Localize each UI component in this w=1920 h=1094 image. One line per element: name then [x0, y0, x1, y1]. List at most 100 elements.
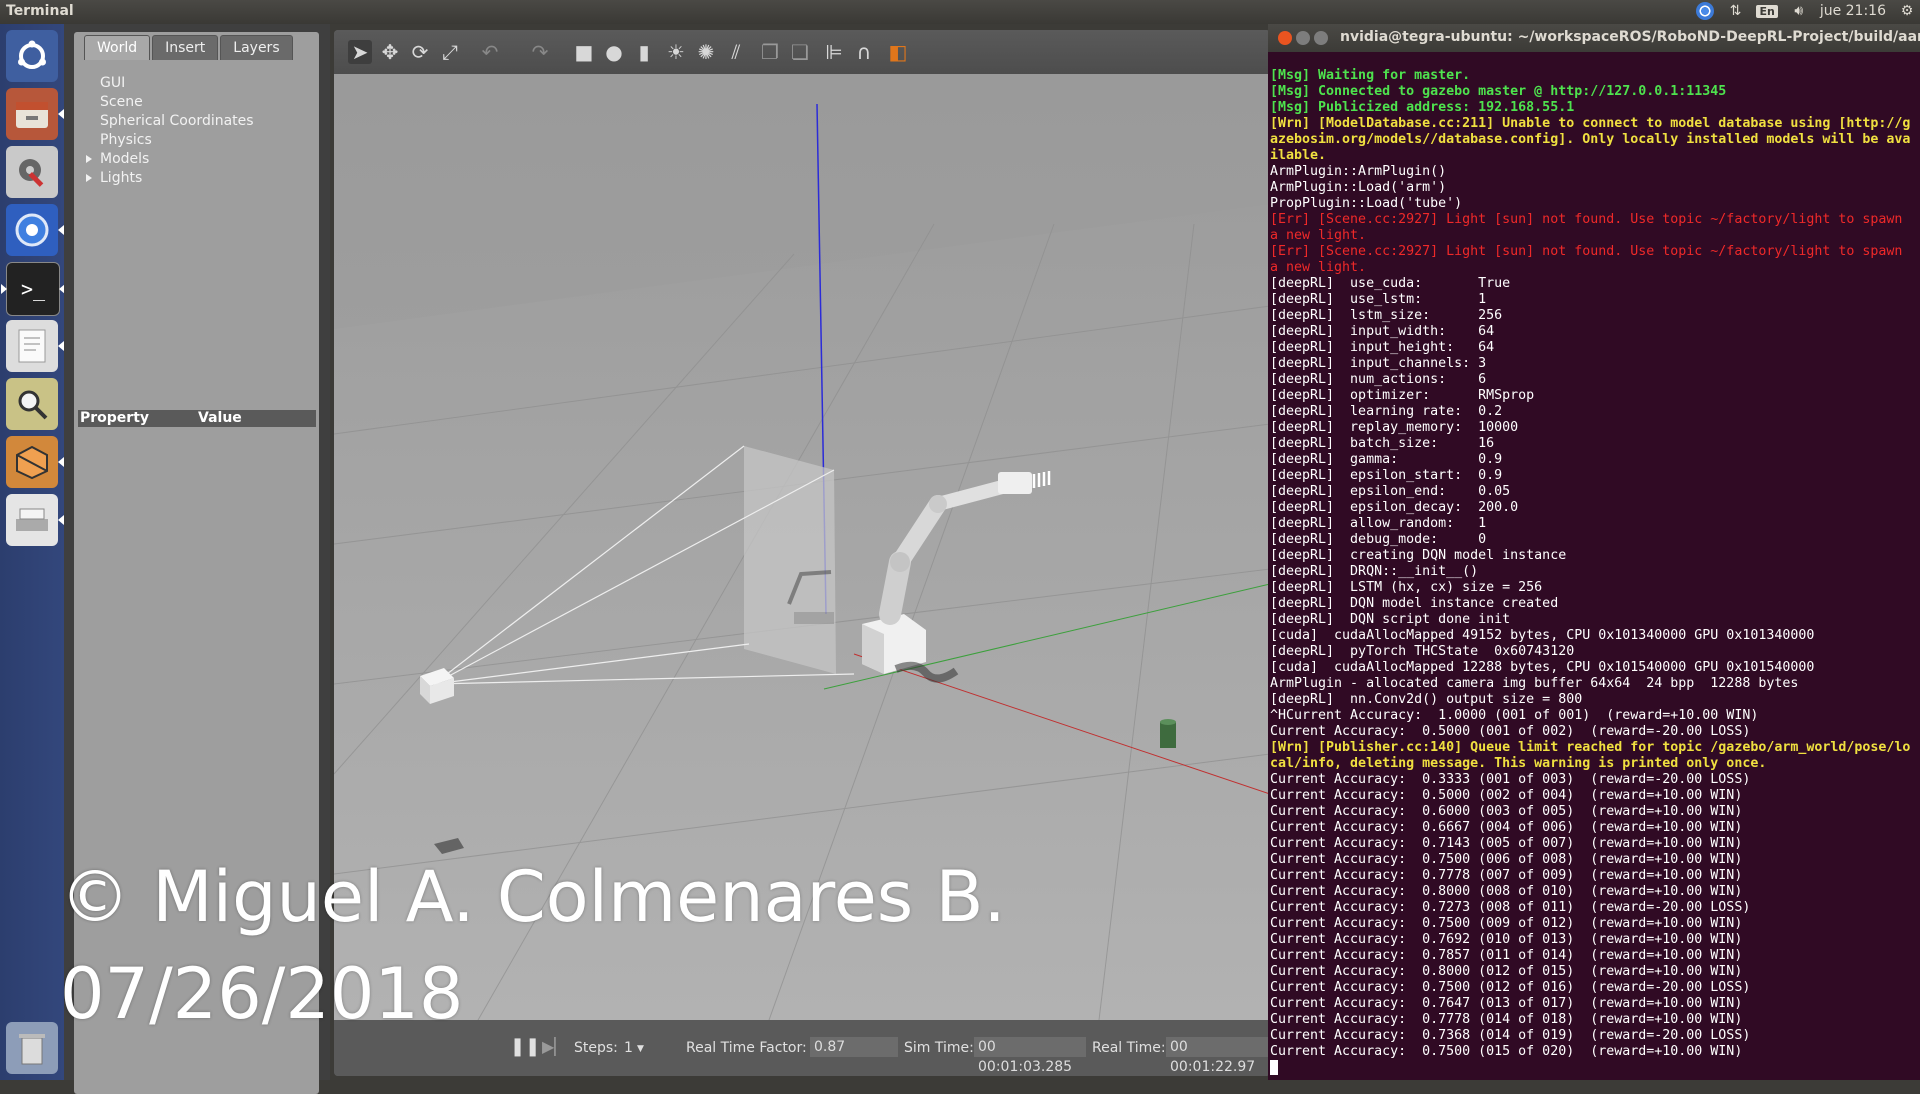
cylinder-shape-icon[interactable]: ▮ [632, 40, 656, 64]
terminal-output[interactable]: [Msg] Waiting for master. [Msg] Connected… [1270, 68, 1920, 1077]
scanner-device-icon[interactable] [6, 494, 64, 546]
terminal-line: [deepRL] input_height: 64 [1270, 340, 1495, 355]
rotate-mode-icon[interactable]: ⟳ [408, 40, 432, 64]
terminal-line: [Err] [Scene.cc:2927] Light [sun] not fo… [1270, 244, 1903, 259]
terminal-line: ArmPlugin::ArmPlugin() [1270, 164, 1447, 179]
scale-mode-icon[interactable]: ⤢ [438, 40, 462, 64]
terminal-icon[interactable]: >_ [1, 262, 65, 316]
panel-tabs: World Insert Layers [84, 35, 295, 60]
terminal-title: nvidia@tegra-ubuntu: ~/workspaceROS/Robo… [1340, 29, 1920, 45]
terminal-line: [deepRL] allow_random: 1 [1270, 516, 1487, 531]
terminal-line: Current Accuracy: 0.8000 (008 of 010) (r… [1270, 884, 1743, 899]
minimize-icon[interactable] [1296, 31, 1310, 45]
paste-icon[interactable]: ❏ [788, 40, 812, 64]
rtf-value: 0.87 [810, 1037, 898, 1057]
keyboard-layout-indicator[interactable]: En [1756, 4, 1778, 18]
pause-icon[interactable]: ❚❚ [510, 1036, 540, 1057]
terminal-line: [deepRL] DQN model instance created [1270, 596, 1559, 611]
terminal-line: [deepRL] learning rate: 0.2 [1270, 404, 1503, 419]
spot-light-icon[interactable]: ✺ [694, 40, 718, 64]
sphere-shape-icon[interactable]: ● [602, 40, 626, 64]
text-editor-icon[interactable] [6, 320, 64, 372]
tab-world[interactable]: World [84, 35, 151, 60]
settings-gear-icon[interactable]: ⚙ [1900, 3, 1914, 19]
point-light-icon[interactable]: ☀ [664, 40, 688, 64]
property-column-header[interactable]: Property [80, 410, 149, 426]
terminal-line: [deepRL] nn.Conv2d() output size = 800 [1270, 692, 1583, 707]
dash-ubuntu-icon[interactable] [6, 30, 58, 82]
terminal-line: [deepRL] DRQN::__init__() [1270, 564, 1479, 579]
terminal-line: Current Accuracy: 0.6667 (004 of 006) (r… [1270, 820, 1743, 835]
translate-mode-icon[interactable]: ✥ [378, 40, 402, 64]
terminal-line: ArmPlugin::Load('arm') [1270, 180, 1447, 195]
box-shape-icon[interactable]: ■ [572, 40, 596, 64]
chrome-tray-icon[interactable] [1696, 2, 1715, 20]
terminal-line: Current Accuracy: 0.7500 (015 of 020) (r… [1270, 1044, 1743, 1059]
terminal-line: [cuda] cudaAllocMapped 49152 bytes, CPU … [1270, 628, 1815, 643]
align-icon[interactable]: ⊫ [822, 40, 846, 64]
terminal-line: [Msg] Publicized address: 192.168.55.1 [1270, 100, 1575, 115]
top-panel: Terminal ⇅ En 🔊︎ jue 21:16 ⚙ [0, 0, 1920, 24]
tab-insert[interactable]: Insert [152, 35, 219, 60]
terminal-window: nvidia@tegra-ubuntu: ~/workspaceROS/Robo… [1268, 24, 1920, 1080]
steps-dropdown-icon[interactable]: ▼ [637, 1044, 644, 1054]
snap-magnet-icon[interactable]: ∩ [852, 40, 876, 64]
network-icon[interactable]: ⇅ [1728, 3, 1742, 19]
property-table-header: Property Value [78, 410, 316, 427]
tab-layers[interactable]: Layers [220, 35, 293, 60]
tree-item-spherical-coordinates[interactable]: Spherical Coordinates [84, 112, 254, 131]
terminal-line: [cuda] cudaAllocMapped 12288 bytes, CPU … [1270, 660, 1815, 675]
terminal-line: Current Accuracy: 0.7143 (005 of 007) (r… [1270, 836, 1743, 851]
terminal-titlebar[interactable]: nvidia@tegra-ubuntu: ~/workspaceROS/Robo… [1268, 24, 1920, 52]
terminal-line: [deepRL] replay_memory: 10000 [1270, 420, 1519, 435]
terminal-line: Current Accuracy: 0.3333 (001 of 003) (r… [1270, 772, 1751, 787]
steps-value[interactable]: 1 [624, 1040, 633, 1056]
clock[interactable]: jue 21:16 [1820, 3, 1886, 19]
terminal-line: [deepRL] creating DQN model instance [1270, 548, 1567, 563]
tree-item-physics[interactable]: Physics [84, 131, 254, 150]
watermark-date: 07/26/2018 [60, 953, 464, 1035]
steps-label: Steps: [574, 1040, 618, 1056]
select-mode-icon[interactable]: ➤ [348, 40, 372, 64]
rtf-label: Real Time Factor: [686, 1040, 807, 1056]
terminal-line: [deepRL] debug_mode: 0 [1270, 532, 1487, 547]
real-time-label: Real Time: [1092, 1040, 1166, 1056]
view-angle-icon[interactable]: ◧ [886, 40, 910, 64]
value-column-header[interactable]: Value [198, 410, 242, 426]
undo-icon[interactable]: ↶ [478, 40, 502, 64]
tree-item-scene[interactable]: Scene [84, 93, 254, 112]
redo-icon[interactable]: ↷ [528, 40, 552, 64]
terminal-line: a new light. [1270, 260, 1367, 275]
terminal-line: [deepRL] use_lstm: 1 [1270, 292, 1487, 307]
terminal-line: [deepRL] epsilon_start: 0.9 [1270, 468, 1503, 483]
close-icon[interactable] [1278, 31, 1292, 45]
copy-icon[interactable]: ❐ [758, 40, 782, 64]
terminal-line: Current Accuracy: 0.7500 (012 of 016) (r… [1270, 980, 1751, 995]
directional-light-icon[interactable]: ⫽ [724, 40, 748, 64]
terminal-line: Current Accuracy: 0.6000 (003 of 005) (r… [1270, 804, 1743, 819]
terminal-line: Current Accuracy: 0.7692 (010 of 013) (r… [1270, 932, 1743, 947]
files-icon[interactable] [6, 88, 64, 140]
system-settings-icon[interactable] [6, 146, 58, 198]
terminal-cursor [1270, 1060, 1278, 1075]
terminal-line: [Msg] Waiting for master. [1270, 68, 1471, 83]
terminal-line: [deepRL] pyTorch THCState 0x60743120 [1270, 644, 1575, 659]
search-magnifier-icon[interactable] [6, 378, 58, 430]
terminal-line: cal/info, deleting message. This warning… [1270, 756, 1767, 771]
chromium-icon[interactable] [6, 204, 64, 256]
trash-icon[interactable] [6, 1022, 58, 1074]
volume-icon[interactable]: 🔊︎ [1792, 3, 1806, 19]
tree-item-gui[interactable]: GUI [84, 74, 254, 93]
terminal-line: a new light. [1270, 228, 1367, 243]
tree-item-models[interactable]: Models [84, 150, 254, 169]
step-icon[interactable]: ▶▏ [542, 1037, 567, 1056]
maximize-icon[interactable] [1314, 31, 1328, 45]
terminal-line: Current Accuracy: 0.7778 (007 of 009) (r… [1270, 868, 1743, 883]
terminal-line: [deepRL] lstm_size: 256 [1270, 308, 1503, 323]
tree-item-lights[interactable]: Lights [84, 169, 254, 188]
terminal-line: Current Accuracy: 0.7273 (008 of 011) (r… [1270, 900, 1751, 915]
terminal-line: Current Accuracy: 0.7500 (009 of 012) (r… [1270, 916, 1743, 931]
active-app-name: Terminal [6, 3, 74, 19]
terminal-line: ^HCurrent Accuracy: 1.0000 (001 of 001) … [1270, 708, 1759, 723]
gazebo-icon[interactable] [6, 436, 64, 488]
